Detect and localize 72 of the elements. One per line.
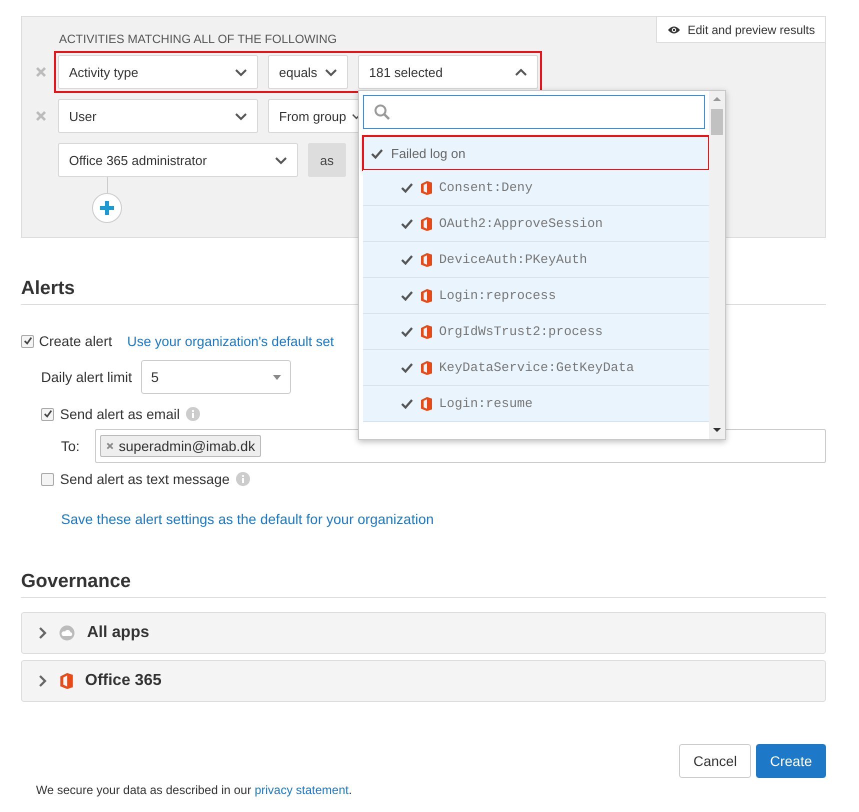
select-field[interactable]: equals: [268, 55, 348, 89]
operator-label: as: [308, 143, 346, 177]
activity-option[interactable]: Consent:Deny: [363, 170, 709, 206]
accordion-header[interactable]: All apps: [21, 612, 826, 654]
field-label: To:: [61, 438, 80, 454]
select-field[interactable]: User: [58, 99, 258, 133]
search-field[interactable]: [363, 95, 705, 129]
activity-option[interactable]: DeviceAuth:PKeyAuth: [363, 242, 709, 278]
info-icon: [236, 472, 250, 486]
office-logo-icon: [420, 324, 432, 338]
check-icon: [401, 254, 413, 265]
chevron-down-icon: [235, 68, 247, 76]
activity-option[interactable]: OAuth2:ApproveSession: [363, 206, 709, 242]
activity-option[interactable]: KeyDataService:GetKeyData: [363, 350, 709, 386]
select-field[interactable]: Office 365 administrator: [58, 143, 298, 177]
activity-option[interactable]: OrgIdWsTrust2:process: [363, 314, 709, 350]
section-title: ACTIVITIES MATCHING ALL OF THE FOLLOWING: [59, 32, 338, 46]
save-defaults-link[interactable]: Save these alert settings as the default for your organization: [61, 511, 434, 527]
caret-icon: [273, 374, 282, 380]
check-icon: [401, 290, 413, 301]
chevron-down-icon: [325, 68, 337, 76]
remove-icon[interactable]: [106, 442, 114, 450]
check-icon: [401, 326, 413, 337]
create-button[interactable]: Create: [756, 744, 826, 778]
scrollbar[interactable]: [709, 91, 725, 439]
search-icon: [374, 104, 390, 120]
select-field[interactable]: Activity type: [58, 55, 258, 89]
remove-icon[interactable]: [35, 66, 47, 78]
checkbox[interactable]: [21, 334, 34, 348]
chevron-right-icon[interactable]: [38, 675, 47, 687]
chevron-down-icon: [235, 112, 247, 120]
office-logo-icon: [420, 288, 432, 302]
check-icon: [401, 398, 413, 409]
eye-icon: [666, 24, 681, 36]
chevron-up-icon: [515, 68, 527, 76]
cancel-button[interactable]: Cancel: [679, 744, 751, 778]
checkbox-label: Send alert as email: [60, 406, 180, 422]
checkbox[interactable]: [41, 408, 54, 420]
activity-option[interactable]: Login:resume: [363, 386, 709, 422]
default-settings-link[interactable]: Use your organization's default set: [127, 334, 334, 348]
check-icon: [401, 182, 413, 193]
section-heading: Governance: [21, 571, 826, 598]
check-icon: [371, 148, 383, 158]
office-logo-icon: [420, 396, 432, 410]
privacy-notice: We secure your data as described in our privacy statement.: [36, 783, 352, 797]
group-option[interactable]: Failed log on: [363, 136, 709, 170]
checkbox-label: Create alert: [39, 333, 112, 349]
plus-icon: [99, 200, 115, 216]
office-logo-icon: [59, 673, 73, 689]
recipients-field[interactable]: superadmin@imab.dk: [94, 429, 826, 463]
chevron-down-icon: [275, 156, 287, 164]
info-icon: [186, 407, 200, 421]
add-condition-button[interactable]: [92, 193, 122, 223]
check-icon: [401, 218, 413, 229]
select-field[interactable]: 181 selected: [358, 55, 538, 89]
privacy-statement-link[interactable]: privacy statement: [254, 783, 349, 797]
checkbox[interactable]: [41, 472, 54, 486]
alert-limit-select[interactable]: 5: [141, 360, 292, 394]
edit-preview-button[interactable]: Edit and preview results: [656, 16, 826, 43]
remove-icon[interactable]: [35, 110, 47, 122]
recipient-tag[interactable]: superadmin@imab.dk: [100, 435, 262, 457]
office-logo-icon: [420, 180, 432, 194]
checkbox-label: Send alert as text message: [60, 471, 230, 487]
office-logo-icon: [420, 216, 432, 230]
cloud-icon: [59, 625, 75, 641]
chevron-right-icon[interactable]: [38, 627, 47, 639]
office-logo-icon: [420, 360, 432, 374]
activity-option[interactable]: Login:reprocess: [363, 278, 709, 314]
field-label: Daily alert limit: [41, 369, 132, 385]
check-icon: [401, 362, 413, 373]
accordion-header[interactable]: Office 365: [21, 660, 826, 702]
office-logo-icon: [420, 252, 432, 266]
